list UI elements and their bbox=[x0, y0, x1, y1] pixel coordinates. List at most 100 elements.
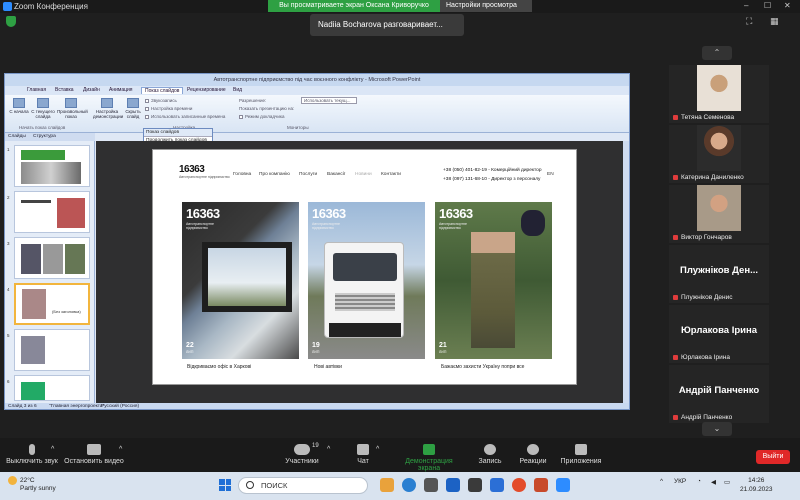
record-icon bbox=[484, 444, 496, 455]
nav-news[interactable]: Новини bbox=[355, 172, 372, 177]
tab-design[interactable]: Дизайн bbox=[83, 87, 100, 93]
phone-commercial: +38 (050) 401-82-19 - Комерційний директ… bbox=[443, 168, 542, 173]
thumbnail-slide-2[interactable] bbox=[14, 191, 90, 233]
participant-tile-5[interactable]: Юрлакова Ірина Юрлакова Ірина bbox=[669, 305, 769, 363]
fullscreen-icon[interactable]: ⛶ bbox=[746, 16, 752, 27]
audio-options-chevron-icon[interactable]: ^ bbox=[51, 446, 54, 453]
nav-home[interactable]: Головна bbox=[233, 172, 251, 177]
participants-icon bbox=[294, 444, 310, 455]
mic-muted-icon bbox=[673, 354, 678, 360]
news-card-trucks[interactable]: 16363 Автотранспортне підприємство 19 ЛИП bbox=[308, 202, 425, 359]
chat-button[interactable]: Чат bbox=[352, 444, 374, 465]
nav-services[interactable]: Послуги bbox=[299, 172, 317, 177]
scroll-up-icon[interactable]: ⌃ bbox=[702, 46, 732, 60]
tab-slides[interactable]: Слайды bbox=[8, 134, 26, 139]
news-card-soldier[interactable]: 16363 Автотранспортне підприємство 21 ЛИП bbox=[435, 202, 552, 359]
language-switch[interactable]: EN bbox=[547, 172, 554, 177]
ppt-status-bar: Слайд 3 из 6 "Главная энергопроекта" Рус… bbox=[5, 403, 629, 409]
participant-tile-6[interactable]: Андрій Панченко Андрій Панченко bbox=[669, 365, 769, 423]
participant-tile-1[interactable]: Тетяна Семенова bbox=[669, 65, 769, 123]
reactions-button[interactable]: Реакции bbox=[516, 444, 550, 465]
share-banner: Вы просматриваете экран Оксана Криворучк… bbox=[268, 0, 440, 12]
participants-chevron-icon[interactable]: ^ bbox=[327, 446, 330, 453]
current-slide[interactable]: 16363 Автотранспортне підприємство Головн… bbox=[152, 149, 577, 385]
participant-tile-4[interactable]: Плужніков Ден... Плужніков Денис bbox=[669, 245, 769, 303]
powerpoint-icon[interactable] bbox=[534, 478, 548, 492]
edge-icon[interactable] bbox=[402, 478, 416, 492]
phone-hr: +38 (097) 131-68-10 - Директор з персона… bbox=[443, 177, 541, 182]
windows-start-icon[interactable] bbox=[219, 479, 231, 491]
file-explorer-icon[interactable] bbox=[380, 478, 394, 492]
slide-counter: Слайд 3 из 6 bbox=[8, 404, 37, 409]
participant-tile-3[interactable]: Виктор Гончаров bbox=[669, 185, 769, 243]
use-timings-checkbox[interactable]: Использовать записанные времена bbox=[145, 114, 225, 119]
word-icon[interactable] bbox=[490, 478, 504, 492]
nav-vacancies[interactable]: Вакансії bbox=[327, 172, 345, 177]
network-icon[interactable]: ◔ bbox=[697, 478, 701, 485]
nav-about[interactable]: Про компанію bbox=[259, 172, 290, 177]
app-icon[interactable] bbox=[468, 478, 482, 492]
thumbnail-slide-1[interactable] bbox=[14, 145, 90, 187]
minimize-button[interactable]: – bbox=[744, 1, 748, 10]
tab-slideshow[interactable]: Показ слайдов bbox=[141, 87, 184, 94]
nav-contacts[interactable]: Контакти bbox=[381, 172, 401, 177]
reactions-icon bbox=[527, 444, 539, 455]
camera-icon bbox=[87, 444, 101, 455]
maximize-button[interactable]: ☐ bbox=[764, 1, 771, 10]
rehearse-timings[interactable]: Настройка времени bbox=[145, 106, 192, 111]
stop-video-button[interactable]: Остановить видео bbox=[64, 444, 124, 465]
tab-insert[interactable]: Вставка bbox=[55, 87, 74, 93]
truck-image bbox=[324, 242, 404, 338]
editor-scrollbar[interactable] bbox=[623, 141, 629, 403]
taskbar-search[interactable]: ПОИСК bbox=[238, 477, 368, 494]
office-window-image bbox=[202, 242, 292, 312]
presenter-view-checkbox[interactable]: Режим докладчика bbox=[239, 114, 284, 119]
view-options-button[interactable]: Настройки просмотра bbox=[440, 0, 532, 12]
popup-title: Показ слайдов bbox=[144, 129, 212, 137]
participants-count: 19 bbox=[312, 443, 319, 449]
chrome-icon[interactable] bbox=[512, 478, 526, 492]
soldier-image bbox=[471, 232, 515, 348]
tab-outline[interactable]: Структура bbox=[33, 134, 56, 139]
tab-home[interactable]: Главная bbox=[27, 87, 46, 93]
scroll-down-icon[interactable]: ⌄ bbox=[702, 422, 732, 436]
system-clock[interactable]: 14:26 21.09.2023 bbox=[740, 476, 773, 494]
hide-slide-button[interactable]: Скрыть слайд bbox=[123, 98, 143, 119]
input-language[interactable]: УКР bbox=[674, 478, 686, 485]
tab-view[interactable]: Вид bbox=[233, 87, 242, 93]
thumbnail-slide-5[interactable] bbox=[14, 329, 90, 371]
participant-tile-2[interactable]: Катерина Даниленко bbox=[669, 125, 769, 183]
apps-button[interactable]: Приложения bbox=[560, 444, 602, 465]
security-shield-icon[interactable] bbox=[6, 16, 16, 27]
zoom-taskbar-icon[interactable] bbox=[556, 478, 570, 492]
close-button[interactable]: ✕ bbox=[784, 1, 791, 10]
record-narration[interactable]: Звукозапись bbox=[145, 98, 177, 103]
weather-widget[interactable]: 22°C Partly sunny bbox=[8, 476, 56, 493]
setup-show-icon bbox=[101, 98, 113, 108]
battery-icon[interactable]: ▭ bbox=[724, 478, 730, 486]
windows-taskbar: 22°C Partly sunny ПОИСК ^ УКР ◔ ◀ ▭ 14:2… bbox=[0, 472, 800, 500]
share-screen-icon bbox=[423, 444, 435, 455]
store-icon[interactable] bbox=[424, 478, 438, 492]
setup-show-button[interactable]: Настройка демонстрации bbox=[93, 98, 123, 119]
leave-meeting-button[interactable]: Выйти bbox=[756, 450, 790, 464]
share-screen-button[interactable]: Демонстрация экрана bbox=[394, 444, 464, 472]
resolution-select[interactable]: Использовать текущ... bbox=[301, 97, 357, 104]
tab-animation[interactable]: Анимация bbox=[109, 87, 132, 93]
gallery-view-icon[interactable]: ▦ bbox=[770, 16, 779, 27]
thumbnail-slide-6[interactable] bbox=[14, 375, 90, 401]
tab-review[interactable]: Рецензирование bbox=[187, 87, 226, 93]
tray-chevron-icon[interactable]: ^ bbox=[660, 478, 663, 485]
custom-show-button[interactable]: Произвольный показ bbox=[57, 98, 88, 119]
from-start-button[interactable]: С начала bbox=[9, 98, 29, 114]
participant-video-2 bbox=[697, 125, 741, 171]
from-current-button[interactable]: С текущего слайда bbox=[31, 98, 55, 119]
record-button[interactable]: Запись bbox=[476, 444, 504, 465]
video-options-chevron-icon[interactable]: ^ bbox=[119, 446, 122, 453]
thumbnail-slide-4[interactable]: (Без заголовка) bbox=[14, 283, 90, 325]
volume-icon[interactable]: ◀ bbox=[711, 478, 716, 486]
mail-icon[interactable] bbox=[446, 478, 460, 492]
news-card-office[interactable]: 16363 Автотранспортне підприємство 22 ЛИП bbox=[182, 202, 299, 359]
thumbnail-slide-3[interactable] bbox=[14, 237, 90, 279]
chat-chevron-icon[interactable]: ^ bbox=[376, 446, 379, 453]
